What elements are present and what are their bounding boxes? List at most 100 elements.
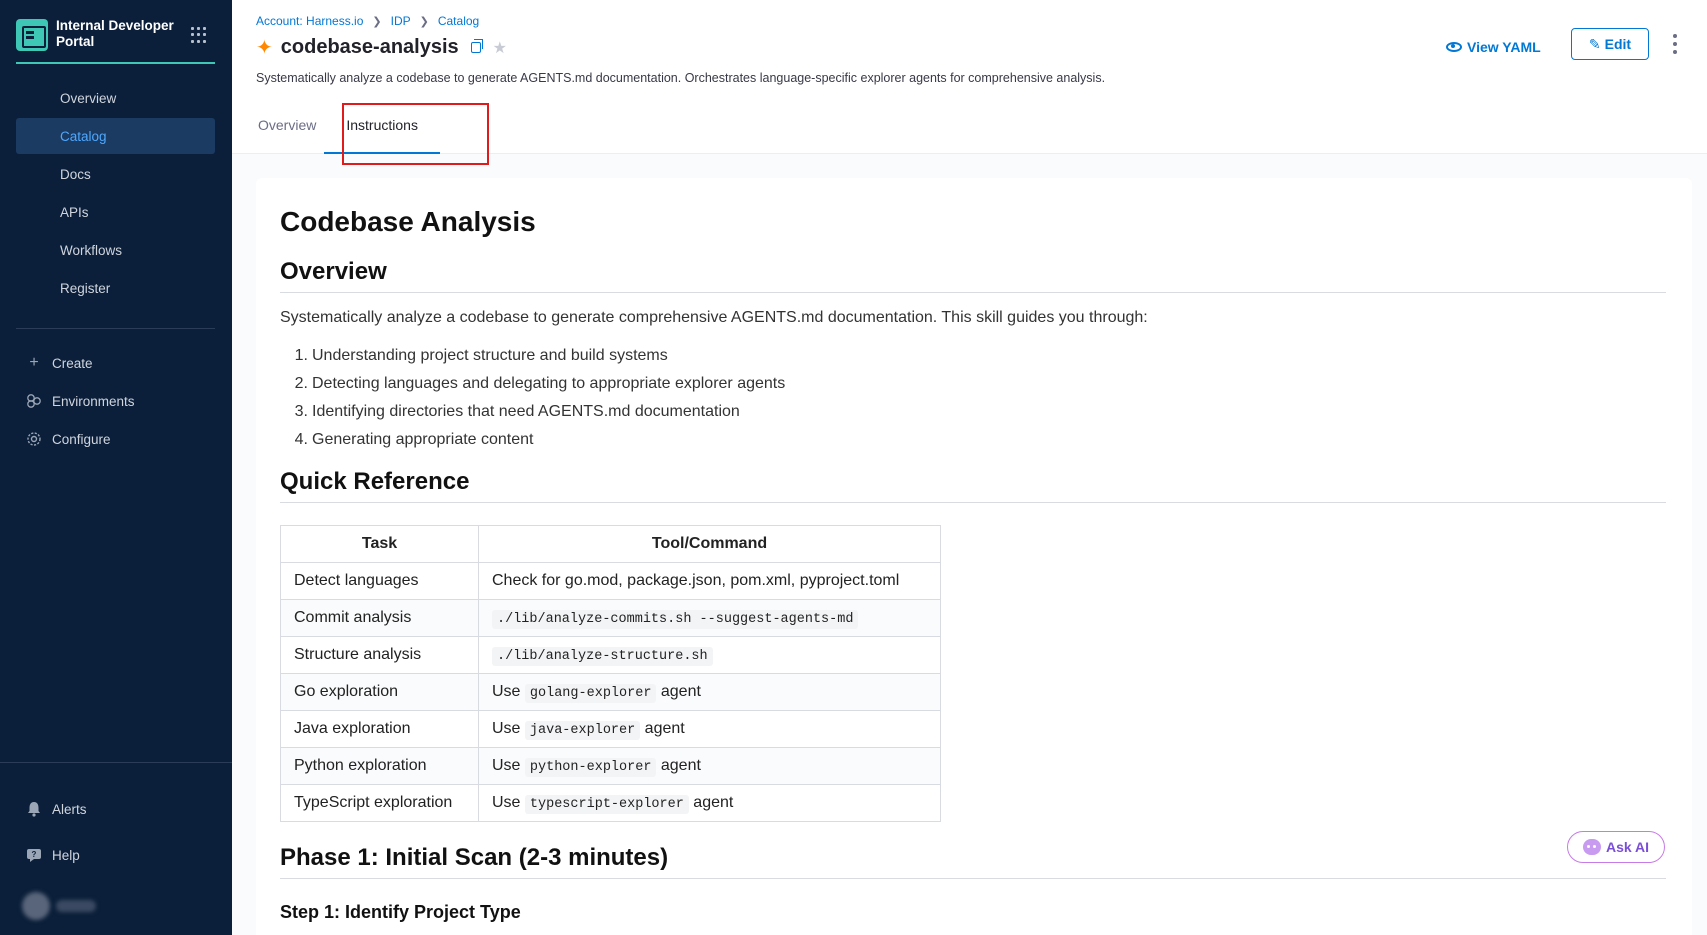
step1-heading: Step 1: Identify Project Type <box>280 902 521 922</box>
tool-cell: Use golang-explorer agent <box>478 673 941 711</box>
page-title: codebase-analysis <box>280 36 459 58</box>
table-row: Python exploration Use python-explorer a… <box>280 747 941 785</box>
brand-title: Internal Developer Portal <box>56 18 174 49</box>
sidebar-item-label: Environments <box>52 393 135 409</box>
breadcrumb-account[interactable]: Account: Harness.io <box>256 14 363 28</box>
sidebar-item-alerts[interactable]: Alerts <box>16 786 215 832</box>
tab-overview[interactable]: Overview <box>256 104 318 154</box>
quick-reference-table: Task Tool/Command Detect languages Check… <box>280 525 941 822</box>
quick-reference-heading: Quick Reference <box>280 468 1666 503</box>
list-item: 4. Generating appropriate content <box>294 431 534 448</box>
chevron-right-icon: ❯ <box>372 15 382 28</box>
sidebar-bottom-divider <box>0 762 232 763</box>
sidebar-item-label: Configure <box>52 431 111 447</box>
gear-icon <box>26 431 42 447</box>
sidebar-item-register[interactable]: Register <box>16 270 215 306</box>
tool-cell: Use java-explorer agent <box>478 710 941 748</box>
table-row: Java exploration Use java-explorer agent <box>280 710 941 748</box>
sidebar-item-label: Alerts <box>52 801 87 817</box>
sidebar-bottom-nav: Alerts ? Help <box>16 786 215 878</box>
view-yaml-label: View YAML <box>1467 39 1541 55</box>
app-grid-icon[interactable] <box>191 27 207 43</box>
task-cell: TypeScript exploration <box>280 784 479 822</box>
instructions-panel: Codebase Analysis Overview Systematicall… <box>256 178 1692 935</box>
svg-text:?: ? <box>32 850 37 859</box>
list-item: 3. Identifying directories that need AGEN… <box>294 403 740 420</box>
sidebar-item-create[interactable]: + Create <box>16 344 215 382</box>
copy-icon[interactable] <box>470 39 483 53</box>
column-header-tool: Tool/Command <box>478 525 941 563</box>
tool-cell: ./lib/analyze-commits.sh --suggest-agent… <box>478 599 941 637</box>
breadcrumb: Account: Harness.io ❯ IDP ❯ Catalog <box>256 14 479 28</box>
tool-cell: ./lib/analyze-structure.sh <box>478 636 941 674</box>
task-cell: Go exploration <box>280 673 479 711</box>
breadcrumb-idp[interactable]: IDP <box>391 14 411 28</box>
ask-ai-button[interactable]: Ask AI <box>1567 831 1665 863</box>
task-cell: Python exploration <box>280 747 479 785</box>
pencil-icon: ✎ <box>1588 35 1601 52</box>
plus-icon: + <box>29 354 39 371</box>
sidebar-item-label: Help <box>52 847 80 863</box>
list-item: 1. Understanding project structure and bu… <box>294 347 668 364</box>
star-icon[interactable]: ★ <box>493 38 507 58</box>
task-cell: Structure analysis <box>280 636 479 674</box>
code-snippet: java-explorer <box>524 721 641 740</box>
page-description: Systematically analyze a codebase to gen… <box>256 71 1106 85</box>
list-item: 2. Detecting languages and delegating to … <box>294 375 786 392</box>
steps-list: 1. Understanding project structure and bu… <box>280 344 786 456</box>
title-row: ✦ codebase-analysis ★ <box>256 36 507 59</box>
ask-ai-label: Ask AI <box>1605 839 1650 855</box>
sidebar-item-environments[interactable]: Environments <box>16 382 215 420</box>
avatar[interactable] <box>22 892 50 920</box>
breadcrumb-catalog[interactable]: Catalog <box>438 14 479 28</box>
tool-cell: Use typescript-explorer agent <box>478 784 941 822</box>
overview-text: Systematically analyze a codebase to gen… <box>280 309 1148 326</box>
tab-highlight-box <box>342 103 489 165</box>
table-row: Structure analysis ./lib/analyze-structu… <box>280 636 941 674</box>
task-cell: Java exploration <box>280 710 479 748</box>
brand[interactable]: Internal Developer Portal <box>16 16 215 64</box>
table-header-row: Task Tool/Command <box>280 525 941 563</box>
sidebar-item-help[interactable]: ? Help <box>16 832 215 878</box>
view-yaml-button[interactable]: View YAML <box>1446 34 1541 60</box>
user-name <box>56 900 96 912</box>
sidebar-item-docs[interactable]: Docs <box>16 156 215 192</box>
sidebar-nav: Overview Catalog Docs APIs Workflows Reg… <box>16 80 215 308</box>
overview-heading: Overview <box>280 258 1666 293</box>
sidebar-item-overview[interactable]: Overview <box>16 80 215 116</box>
edit-button[interactable]: ✎ Edit <box>1571 28 1649 60</box>
code-snippet: ./lib/analyze-structure.sh <box>492 647 713 666</box>
idp-logo-icon <box>16 19 48 51</box>
sidebar-item-label: Create <box>52 355 93 371</box>
phase1-heading: Phase 1: Initial Scan (2-3 minutes) <box>280 844 1666 879</box>
doc-title: Codebase Analysis <box>280 206 536 237</box>
sidebar-item-apis[interactable]: APIs <box>16 194 215 230</box>
task-cell: Detect languages <box>280 562 479 600</box>
tool-cell: Use python-explorer agent <box>478 747 941 785</box>
column-header-task: Task <box>280 525 479 563</box>
sidebar-item-configure[interactable]: Configure <box>16 420 215 458</box>
sidebar: Internal Developer Portal Overview Catal… <box>0 0 232 935</box>
table-row: Commit analysis ./lib/analyze-commits.sh… <box>280 599 941 637</box>
help-icon: ? <box>26 847 42 863</box>
chevron-right-icon: ❯ <box>419 15 429 28</box>
code-snippet: typescript-explorer <box>524 795 689 814</box>
table-row: TypeScript exploration Use typescript-ex… <box>280 784 941 822</box>
tool-cell: Check for go.mod, package.json, pom.xml,… <box>478 562 941 600</box>
environments-icon <box>26 393 42 409</box>
sidebar-secondary-nav: + Create Environments Configure <box>16 344 215 458</box>
bell-icon <box>26 801 42 817</box>
code-snippet: ./lib/analyze-commits.sh --suggest-agent… <box>492 610 859 629</box>
table-row: Go exploration Use golang-explorer agent <box>280 673 941 711</box>
sidebar-divider <box>16 328 215 329</box>
table-row: Detect languages Check for go.mod, packa… <box>280 562 941 600</box>
more-options-icon[interactable] <box>1669 34 1681 54</box>
task-cell: Commit analysis <box>280 599 479 637</box>
sidebar-item-catalog[interactable]: Catalog <box>16 118 215 154</box>
sidebar-item-workflows[interactable]: Workflows <box>16 232 215 268</box>
edit-label: Edit <box>1604 36 1632 52</box>
eye-icon <box>1446 42 1462 52</box>
sparkle-icon: ✦ <box>256 36 273 59</box>
code-snippet: python-explorer <box>524 758 657 777</box>
ai-bot-icon <box>1582 839 1601 855</box>
